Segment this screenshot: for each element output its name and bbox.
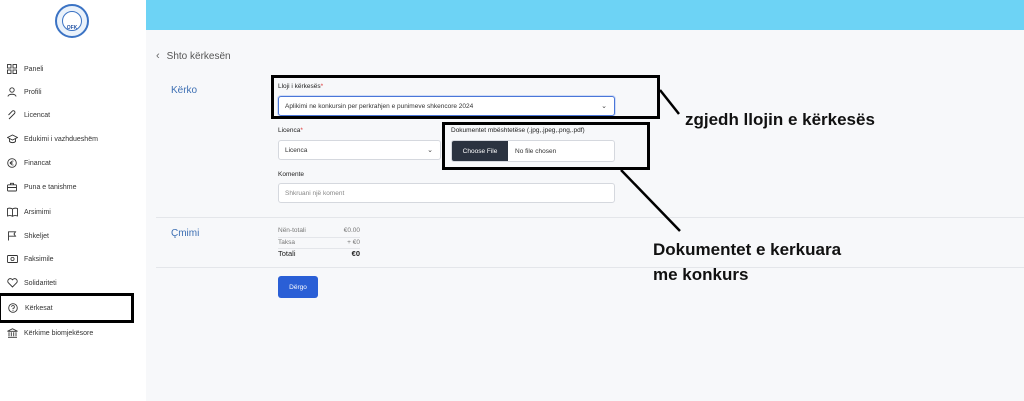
annotation-note-documents-2: me konkurs bbox=[653, 265, 749, 284]
annotation-note-request-type: zgjedh llojin e kërkesës bbox=[685, 110, 875, 129]
annotation-arrow-request-type bbox=[659, 89, 680, 115]
annotation-note-documents-1: Dokumentet e kerkuara bbox=[653, 240, 842, 259]
annotation-arrows bbox=[620, 89, 681, 232]
annotation-arrow-documents bbox=[620, 169, 681, 232]
